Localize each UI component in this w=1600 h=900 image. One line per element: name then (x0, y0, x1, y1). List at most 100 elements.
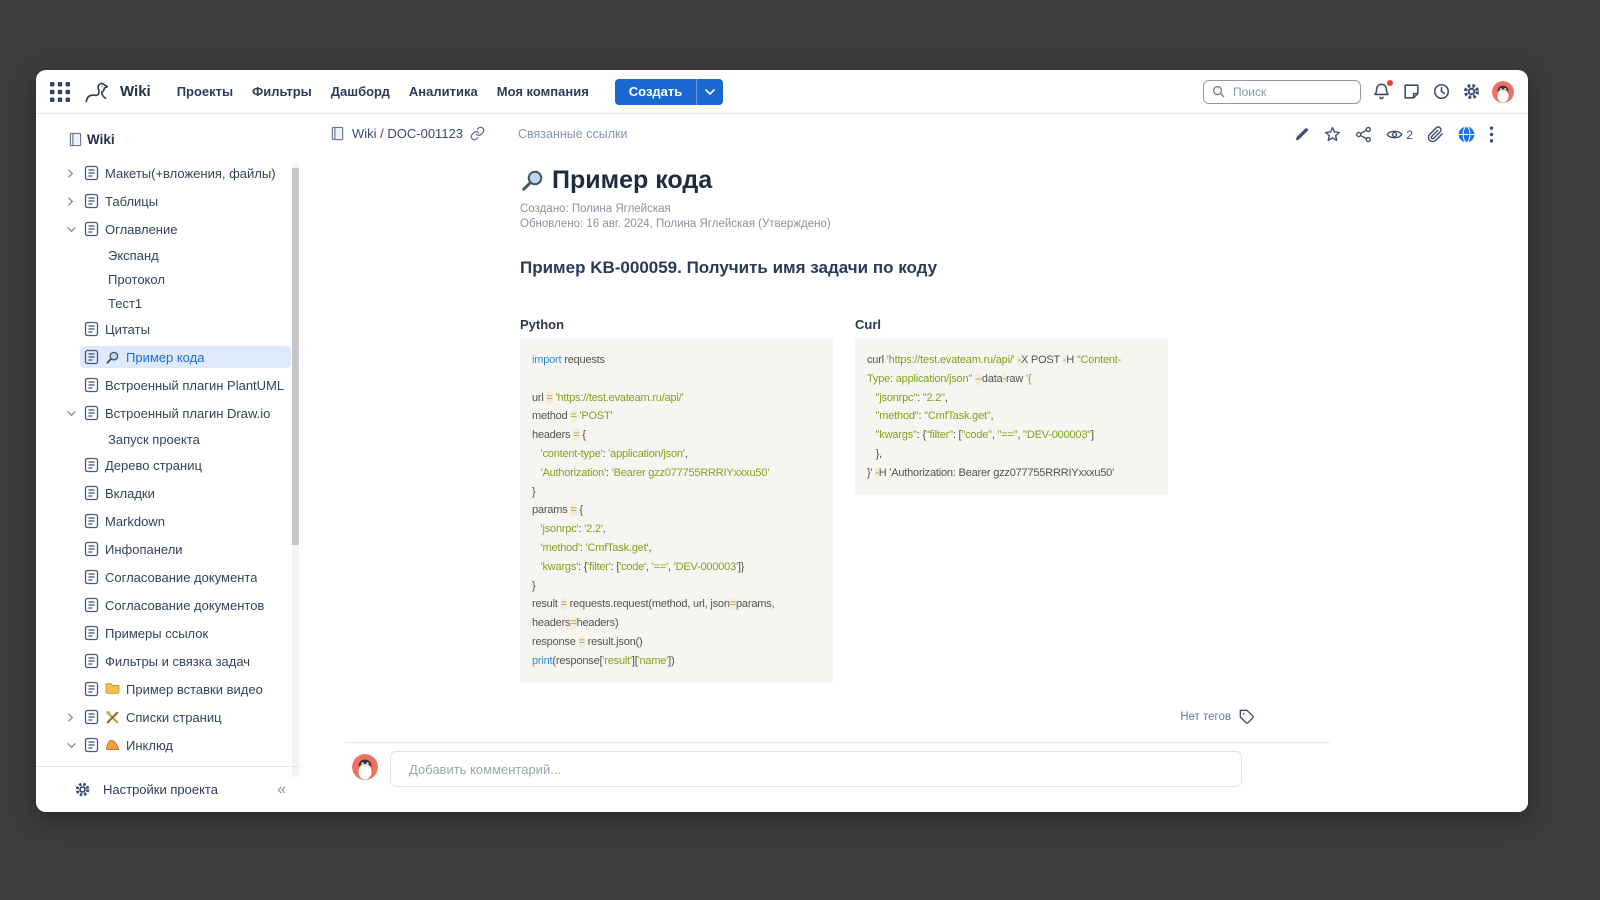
sidebar-item[interactable]: Инфопанели (36, 535, 300, 563)
nav-item-2[interactable]: Дашборд (329, 80, 392, 103)
edit-pencil-icon[interactable] (1293, 126, 1310, 143)
sidebar-scrollbar[interactable] (292, 163, 299, 777)
code-line: "jsonrpc": "2.2", (867, 389, 1156, 408)
sidebar-item-label: Оглавление (105, 222, 177, 237)
sidebar-item-label: Протокол (108, 272, 165, 287)
code-line: url = 'https://test.evateam.ru/api/' (532, 389, 821, 408)
sidebar-item[interactable]: Запуск проекта (36, 427, 300, 451)
nav-item-1[interactable]: Фильтры (250, 80, 314, 103)
create-button[interactable]: Создать (615, 79, 696, 105)
code-column: Pythonimport requests url = 'https://tes… (520, 317, 833, 683)
sidebar-item-body: Примеры ссылок (80, 622, 291, 644)
code-line: 'Authorization': 'Bearer gzz077755RRRIYx… (532, 464, 821, 483)
sidebar-item-body: Дерево страниц (80, 454, 291, 476)
sidebar-item[interactable]: Цитаты (36, 315, 300, 343)
sidebar-item[interactable]: Экспанд (36, 243, 300, 267)
sidebar-header-label: Wiki (87, 132, 115, 147)
favorite-star-icon[interactable] (1324, 126, 1341, 143)
sidebar-item[interactable]: Согласование документов (36, 591, 300, 619)
code-line: "kwargs": {"filter": ["code", "==", "DEV… (867, 426, 1156, 445)
chevron-down-icon[interactable] (66, 225, 80, 234)
sidebar-item[interactable]: Markdown (36, 507, 300, 535)
sidebar-item[interactable]: Согласование документа (36, 563, 300, 591)
code-line: curl 'https://test.evateam.ru/api/' -X P… (867, 351, 1156, 370)
public-globe-icon[interactable] (1458, 126, 1475, 143)
notifications-bell-icon[interactable] (1372, 82, 1391, 101)
sidebar-item[interactable]: Инклюд (36, 731, 300, 759)
sidebar-item[interactable]: Тест1 (36, 291, 300, 315)
sidebar-item[interactable]: Примеры ссылок (36, 619, 300, 647)
sidebar-item-body: Инфопанели (80, 538, 291, 560)
document-icon (84, 597, 99, 613)
sidebar-item[interactable]: Встроенный плагин PlantUML (36, 371, 300, 399)
eye-icon (1386, 126, 1403, 143)
sidebar-item-label: Пример кода (126, 350, 204, 365)
code-line: 'content-type': 'application/json', (532, 445, 821, 464)
chevron-right-icon[interactable] (66, 168, 80, 179)
sidebar-item[interactable]: Пример вставки видео (36, 675, 300, 703)
sidebar-header: Wiki (36, 114, 300, 147)
chevron-down-icon[interactable] (66, 741, 80, 750)
chevron-right-icon[interactable] (66, 196, 80, 207)
code-block-label: Curl (855, 317, 1168, 332)
book-icon (68, 132, 83, 147)
tag-icon[interactable] (1239, 709, 1255, 725)
sidebar-item[interactable]: Протокол (36, 267, 300, 291)
sidebar-item[interactable]: Списки страниц (36, 703, 300, 731)
create-dropdown-button[interactable] (696, 79, 723, 105)
sidebar-item[interactable]: Фильтры и связка задач (36, 647, 300, 675)
history-icon[interactable] (1432, 82, 1451, 101)
wedge-icon (105, 738, 120, 753)
document-icon (84, 321, 99, 337)
magnifier-icon (520, 168, 545, 193)
content: Wiki / DOC-001123 Связанные ссылки (300, 114, 1528, 812)
sidebar-item[interactable]: Макеты(+вложения, файлы) (36, 159, 300, 187)
search-box (1203, 80, 1361, 104)
share-icon[interactable] (1355, 126, 1372, 143)
sidebar-item-body: Тест1 (104, 293, 291, 314)
sidebar-item[interactable]: Встроенный плагин Draw.io (36, 399, 300, 427)
sidebar-item-label: Markdown (105, 514, 165, 529)
project-settings-gear-icon[interactable] (74, 781, 91, 798)
sidebar-item-label: Согласование документов (105, 598, 264, 613)
code-line: method = 'POST' (532, 407, 821, 426)
views-counter[interactable]: 2 (1386, 126, 1413, 143)
sidebar-item-body: Встроенный плагин PlantUML (80, 374, 291, 396)
gear-icon[interactable] (1462, 82, 1481, 101)
copy-link-icon[interactable] (470, 126, 485, 141)
notes-icon[interactable] (1402, 82, 1421, 101)
add-comment-input[interactable] (390, 751, 1242, 787)
document-icon (84, 377, 99, 393)
code-block: import requests url = 'https://test.evat… (520, 339, 833, 683)
search-input[interactable] (1231, 84, 1352, 100)
nav-item-4[interactable]: Моя компания (495, 80, 591, 103)
sidebar-item[interactable]: Вкладки (36, 479, 300, 507)
sidebar-item[interactable]: Дерево страниц (36, 451, 300, 479)
topbar: Wiki ПроектыФильтрыДашбордАналитикаМоя к… (36, 70, 1528, 114)
sidebar-item[interactable]: Для вставки (36, 759, 300, 764)
related-links-tab[interactable]: Связанные ссылки (518, 127, 627, 141)
breadcrumb-path[interactable]: Wiki / DOC-001123 (352, 126, 463, 141)
article: Пример кода Создано: Полина Яглейская Об… (520, 165, 1332, 725)
kebab-menu-icon[interactable] (1489, 126, 1506, 143)
attachment-paperclip-icon[interactable] (1427, 126, 1444, 143)
app-grid-icon[interactable] (50, 82, 70, 102)
sidebar-item[interactable]: Пример кода (36, 343, 300, 371)
sidebar-collapse-icon[interactable]: « (277, 782, 286, 798)
sidebar-item[interactable]: Оглавление (36, 215, 300, 243)
project-settings-label[interactable]: Настройки проекта (103, 782, 265, 797)
user-avatar[interactable] (1492, 81, 1514, 103)
sidebar-item-label: Цитаты (105, 322, 150, 337)
sidebar-scrollbar-thumb[interactable] (292, 168, 299, 545)
nav-item-0[interactable]: Проекты (175, 80, 235, 103)
chevron-down-icon[interactable] (66, 409, 80, 418)
sidebar-item-body: Запуск проекта (104, 429, 291, 450)
sidebar-item-body: Таблицы (80, 190, 291, 212)
code-line: Type: application/json" --data-raw '{ (867, 370, 1156, 389)
sidebar-item[interactable]: Таблицы (36, 187, 300, 215)
code-line: 'method': 'CmfTask.get', (532, 539, 821, 558)
meta-updated: Обновлено: 16 авг. 2024, Полина Яглейска… (520, 217, 1332, 232)
sidebar-item-label: Фильтры и связка задач (105, 654, 250, 669)
nav-item-3[interactable]: Аналитика (407, 80, 480, 103)
chevron-right-icon[interactable] (66, 712, 80, 723)
